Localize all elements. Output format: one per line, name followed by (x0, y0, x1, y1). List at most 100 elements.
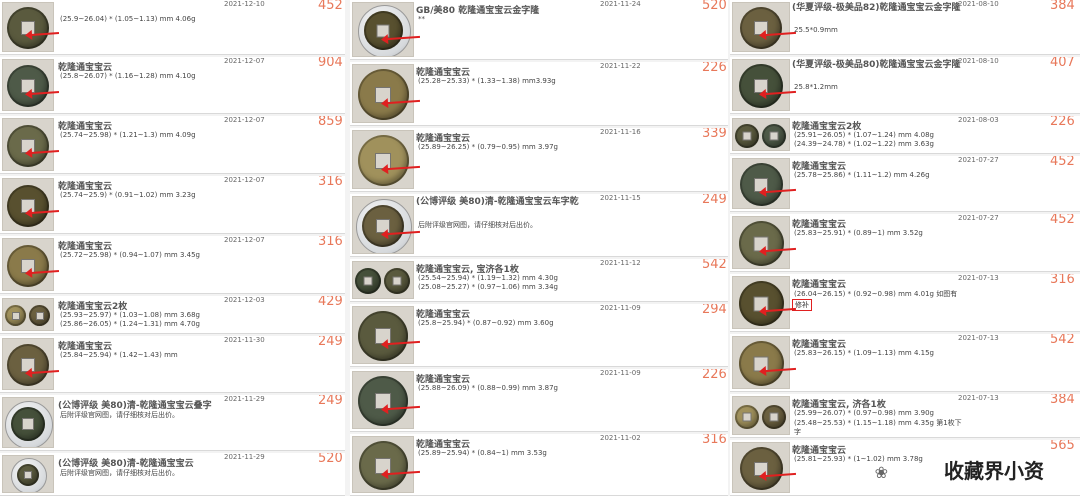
listing-item[interactable]: 乾隆通宝宝云 (25.8~25.94) * (0.87~0.92) mm 3.60… (350, 304, 728, 367)
item-price: 452 (1050, 214, 1075, 227)
item-spec: 25.5*0.9mm (794, 26, 838, 34)
listing-item[interactable]: (华夏评级-极美品82)乾隆通宝宝云金字隆 25.5*0.9mm 2021-08-1… (730, 0, 1080, 55)
item-date: 2021-11-12 (600, 259, 641, 267)
coin-photo[interactable] (2, 238, 54, 291)
item-price: 249 (318, 395, 343, 408)
item-title[interactable]: (公博评级 美80)清-乾隆通宝宝云车字乾 (416, 197, 600, 207)
listing-item[interactable]: GB/美80 乾隆通宝宝云金字隆 ** 2021-11-24 520 (350, 0, 728, 60)
item-price: 316 (318, 236, 343, 249)
item-price: 542 (702, 259, 727, 272)
coin-photo[interactable] (732, 118, 790, 151)
item-note: 修补 (792, 299, 812, 311)
listing-item[interactable]: 乾隆通宝宝云2枚 (25.91~26.05) * (1.07~1.24) mm 4… (730, 116, 1080, 154)
coin-icon (739, 447, 783, 490)
coin-photo[interactable] (2, 298, 54, 331)
item-spec: (25.99~26.07) * (0.97~0.98) mm 3.90g (794, 409, 934, 417)
item-price: 520 (318, 453, 343, 466)
listing-item[interactable]: 乾隆通宝宝云 (25.8~26.07) * (1.16~1.28) mm 4.10… (0, 57, 345, 114)
coin-photo[interactable] (732, 158, 790, 209)
coin-icon (735, 404, 759, 429)
coin-photo[interactable] (732, 336, 790, 389)
coin-icon (17, 464, 39, 486)
coin-photo[interactable] (352, 130, 414, 189)
coin-photo[interactable] (352, 436, 414, 493)
coin-photo[interactable] (2, 455, 54, 493)
listing-item[interactable]: 乾隆通宝宝云2枚 (25.93~25.97) * (1.03~1.08) mm 3… (0, 296, 345, 334)
item-spec: (25.48~25.53) * (1.15~1.18) mm 4.35g 第1枚… (794, 419, 962, 427)
listing-item[interactable]: (公博评级 美80)清-乾隆通宝宝云叠字 后附评级官网图，请仔细核对后出价。 202… (0, 395, 345, 451)
coin-photo[interactable] (2, 397, 54, 448)
listing-item[interactable]: 乾隆通宝宝云 (25.28~25.33) * (1.33~1.38) mm3.93… (350, 62, 728, 126)
item-date: 2021-12-07 (224, 57, 265, 65)
item-title[interactable]: GB/美80 乾隆通宝宝云金字隆 (416, 3, 539, 16)
listing-item[interactable]: 乾隆通宝宝云 (25.89~25.94) * (0.84~1) mm 3.53g 2… (350, 434, 728, 496)
item-price: 904 (318, 57, 343, 70)
item-price: 226 (1050, 116, 1075, 129)
coin-photo[interactable] (2, 59, 54, 111)
item-price: 316 (702, 434, 727, 447)
coin-photo[interactable] (2, 178, 54, 231)
item-title[interactable]: (华夏评级-极美品82)乾隆通宝宝云金字隆 (792, 3, 968, 13)
coin-icon (740, 7, 782, 49)
listing-column-1: (25.9~26.04) * (1.05~1.13) mm 4.06g 2021-… (0, 0, 345, 496)
coin-photo[interactable] (352, 371, 414, 429)
item-title[interactable]: (华夏评级-极美品80)乾隆通宝宝云金字隆 (792, 60, 968, 70)
listing-item[interactable]: 乾隆通宝宝云 (25.83~25.91) * (0.89~1) mm 3.52g 2… (730, 214, 1080, 272)
coin-photo[interactable] (352, 261, 414, 299)
item-date: 2021-12-07 (224, 236, 265, 244)
listing-item[interactable]: 乾隆通宝宝云 (25.84~25.94) * (1.42~1.43) mm 2021… (0, 336, 345, 393)
listing-item[interactable]: 乾隆通宝宝云 (25.78~25.86) * (1.11~1.2) mm 4.26… (730, 156, 1080, 212)
listing-item[interactable]: 乾隆通宝宝云, 济各1枚 (25.99~26.07) * (0.97~0.98) … (730, 394, 1080, 438)
coin-icon (738, 341, 784, 386)
listing-item[interactable]: 乾隆通宝宝云 (25.88~26.09) * (0.88~0.99) mm 3.8… (350, 369, 728, 432)
item-spec: 后附评级官网图，请仔细核对后出价。 (60, 469, 179, 477)
listing-item[interactable]: 乾隆通宝宝云 (25.83~26.15) * (1.09~1.13) mm 4.1… (730, 334, 1080, 392)
wechat-icon: ❀ (874, 463, 888, 482)
item-price: 249 (702, 194, 727, 207)
item-spec: (25.86~26.05) * (1.24~1.31) mm 4.70g (60, 320, 200, 328)
coin-photo[interactable] (352, 64, 414, 123)
coin-icon (384, 268, 410, 294)
item-spec: (25.93~25.97) * (1.03~1.08) mm 3.68g (60, 311, 200, 319)
item-spec: (25.72~25.98) * (0.94~1.07) mm 3.45g (60, 251, 200, 259)
coin-icon (7, 7, 49, 49)
coin-photo[interactable] (352, 306, 414, 364)
coin-icon (762, 404, 786, 429)
item-date: 2021-11-30 (224, 336, 265, 344)
item-date: 2021-11-02 (600, 434, 641, 442)
item-date: 2021-07-13 (958, 274, 999, 282)
item-price: 384 (1050, 394, 1075, 407)
listing-item[interactable]: 乾隆通宝宝云 (25.72~25.98) * (0.94~1.07) mm 3.4… (0, 236, 345, 294)
item-spec: 后附评级官网图，请仔细核对后出价。 (418, 221, 537, 229)
coin-icon (5, 305, 26, 326)
coin-icon (362, 205, 404, 247)
listing-item[interactable]: (公博评级 美80)清-乾隆通宝宝云 后附评级官网图，请仔细核对后出价。 2021-… (0, 453, 345, 496)
coin-icon (738, 221, 784, 266)
coin-photo[interactable] (2, 338, 54, 390)
listing-item[interactable]: 乾隆通宝宝云, 宝济各1枚 (25.54~25.94) * (1.19~1.32)… (350, 259, 728, 302)
coin-photo[interactable] (352, 2, 414, 57)
listing-item[interactable]: 乾隆通宝宝云 (25.89~26.25) * (0.79~0.95) mm 3.9… (350, 128, 728, 192)
coin-photo[interactable] (732, 442, 790, 493)
listing-item[interactable]: 乾隆通宝宝云 (26.04~26.15) * (0.92~0.98) mm 4.0… (730, 274, 1080, 332)
coin-icon (7, 344, 49, 386)
coin-photo[interactable] (732, 216, 790, 269)
item-price: 226 (702, 62, 727, 75)
coin-photo[interactable] (732, 396, 790, 435)
listing-item[interactable]: (25.9~26.04) * (1.05~1.13) mm 4.06g 2021-… (0, 0, 345, 55)
listing-item[interactable]: 乾隆通宝宝云 (25.74~25.98) * (1.21~1.3) mm 4.09… (0, 116, 345, 174)
coin-photo[interactable] (2, 2, 54, 52)
coin-photo[interactable] (732, 59, 790, 111)
item-price: 316 (318, 176, 343, 189)
item-spec: (25.83~25.91) * (0.89~1) mm 3.52g (794, 229, 923, 237)
coin-photo[interactable] (732, 276, 790, 329)
item-spec: (25.91~26.05) * (1.07~1.24) mm 4.08g (794, 131, 934, 139)
coin-photo[interactable] (732, 2, 790, 52)
coin-photo[interactable] (2, 118, 54, 171)
item-spec: (25.84~25.94) * (1.42~1.43) mm (60, 351, 178, 359)
item-price: 542 (1050, 334, 1075, 347)
coin-photo[interactable] (352, 196, 414, 254)
listing-item[interactable]: (公博评级 美80)清-乾隆通宝宝云车字乾 后附评级官网图，请仔细核对后出价。 20… (350, 194, 728, 257)
listing-item[interactable]: (华夏评级-极美品80)乾隆通宝宝云金字隆 25.8*1.2mm 2021-08-1… (730, 57, 1080, 114)
listing-item[interactable]: 乾隆通宝宝云 (25.74~25.9) * (0.91~1.02) mm 3.23… (0, 176, 345, 234)
